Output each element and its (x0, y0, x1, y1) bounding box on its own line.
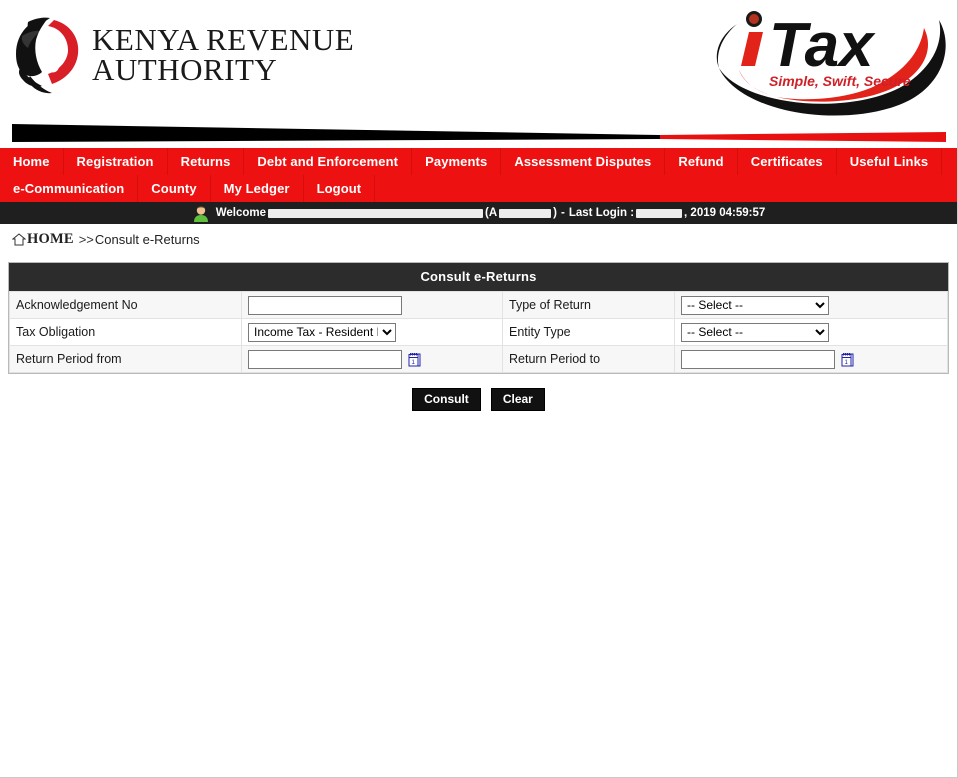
nav-label: My Ledger (223, 181, 290, 196)
label-return-period-to: Return Period to (502, 345, 675, 373)
nav-label: Logout (316, 181, 362, 196)
main-navigation: Home Registration Returns Debt and Enfor… (0, 148, 957, 202)
welcome-prefix: Welcome (215, 207, 267, 219)
welcome-pin-close: ) (553, 207, 558, 219)
nav-label: Payments (425, 154, 488, 169)
consult-ereturns-panel: Consult e-Returns Acknowledgement No Typ… (8, 262, 949, 374)
nav-item-assessment-disputes[interactable]: Assessment Disputes (501, 148, 666, 175)
acknowledgement-no-input[interactable] (248, 295, 402, 315)
itax-logo: Tax Simple, Swift, Secure (701, 2, 951, 120)
entity-type-select[interactable]: -- Select -- (681, 322, 829, 342)
label-return-period-from: Return Period from (9, 345, 242, 373)
kra-lion-icon (8, 14, 84, 96)
nav-label: Refund (678, 154, 724, 169)
return-period-from-group: 1 (248, 349, 502, 369)
consult-button[interactable]: Consult (412, 388, 481, 411)
consult-form-table: Acknowledgement No Type of Return -- Sel… (9, 291, 948, 373)
breadcrumb-current: Consult e-Returns (94, 231, 200, 247)
breadcrumb-separator: >> (78, 231, 94, 247)
nav-row-secondary: e-Communication County My Ledger Logout (0, 175, 957, 202)
welcome-pin-redacted (499, 208, 552, 218)
nav-label: Assessment Disputes (514, 154, 652, 169)
type-of-return-select[interactable]: -- Select -- (681, 295, 829, 315)
form-actions: Consult Clear (0, 388, 957, 411)
last-login-label: Last Login : (568, 207, 635, 219)
user-avatar-icon (191, 204, 210, 222)
calendar-icon[interactable]: 1 (408, 352, 421, 367)
kra-name-line2: AUTHORITY (92, 51, 278, 87)
breadcrumb: HOME >> Consult e-Returns (0, 224, 957, 254)
cell-tax-obligation: Income Tax - Resident Individual (241, 318, 503, 346)
kra-logo: KENYA REVENUE AUTHORITY (8, 12, 354, 97)
cell-return-period-to: 1 (674, 345, 948, 373)
calendar-icon[interactable]: 1 (841, 352, 854, 367)
itax-consult-ereturns-page: KENYA REVENUE AUTHORITY Tax Simple, Swif… (0, 0, 958, 778)
last-login-value: , 2019 04:59:57 (684, 207, 766, 219)
cell-entity-type: -- Select -- (674, 318, 948, 346)
header-divider (0, 120, 957, 148)
nav-label: e-Communication (13, 181, 125, 196)
label-entity-type: Entity Type (502, 318, 675, 346)
panel-title: Consult e-Returns (9, 263, 948, 291)
nav-item-my-ledger[interactable]: My Ledger (211, 175, 304, 202)
nav-label: Registration (76, 154, 154, 169)
clear-button[interactable]: Clear (490, 388, 545, 411)
return-period-to-input[interactable] (681, 349, 835, 369)
return-period-to-group: 1 (681, 349, 947, 369)
nav-item-logout[interactable]: Logout (304, 175, 376, 202)
last-login-date-redacted (636, 208, 683, 218)
nav-item-refund[interactable]: Refund (665, 148, 738, 175)
nav-label: Certificates (750, 154, 823, 169)
table-row: Return Period from 1 Return Period to 1 (9, 345, 948, 373)
welcome-bar: Welcome (A) - Last Login : , 2019 04:59:… (0, 202, 957, 224)
nav-item-county[interactable]: County (138, 175, 211, 202)
nav-item-returns[interactable]: Returns (168, 148, 245, 175)
nav-row-primary: Home Registration Returns Debt and Enfor… (0, 148, 957, 175)
welcome-username-redacted (268, 208, 484, 218)
nav-label: Returns (180, 154, 231, 169)
table-row: Tax Obligation Income Tax - Resident Ind… (9, 318, 948, 346)
nav-item-payments[interactable]: Payments (412, 148, 502, 175)
cell-type-of-return: -- Select -- (674, 291, 948, 319)
nav-label: Useful Links (849, 154, 929, 169)
cell-return-period-from: 1 (241, 345, 503, 373)
svg-text:Tax: Tax (769, 11, 876, 80)
breadcrumb-home-label[interactable]: HOME (27, 231, 74, 248)
kra-name-line1: KENYA REVENUE (92, 22, 355, 58)
nav-item-debt-and-enforcement[interactable]: Debt and Enforcement (244, 148, 413, 175)
kra-wordmark: KENYA REVENUE AUTHORITY (92, 22, 355, 87)
itax-tagline-text: Simple, Swift, Secure (769, 73, 911, 89)
welcome-separator: - (561, 207, 565, 219)
tax-obligation-select[interactable]: Income Tax - Resident Individual (248, 322, 396, 342)
nav-label: Home (13, 154, 50, 169)
home-icon[interactable] (11, 232, 27, 246)
return-period-from-input[interactable] (248, 349, 402, 369)
cell-acknowledgement-no (241, 291, 503, 319)
label-acknowledgement-no: Acknowledgement No (9, 291, 242, 319)
nav-item-e-communication[interactable]: e-Communication (0, 175, 139, 202)
welcome-pin-open: (A (485, 207, 498, 219)
nav-item-certificates[interactable]: Certificates (738, 148, 837, 175)
nav-item-useful-links[interactable]: Useful Links (837, 148, 943, 175)
nav-label: County (151, 181, 197, 196)
brand-header: KENYA REVENUE AUTHORITY Tax Simple, Swif… (0, 0, 957, 120)
nav-label: Debt and Enforcement (257, 154, 399, 169)
nav-item-registration[interactable]: Registration (64, 148, 168, 175)
table-row: Acknowledgement No Type of Return -- Sel… (9, 291, 948, 319)
label-type-of-return: Type of Return (502, 291, 675, 319)
nav-item-home[interactable]: Home (0, 148, 64, 175)
label-tax-obligation: Tax Obligation (9, 318, 242, 346)
